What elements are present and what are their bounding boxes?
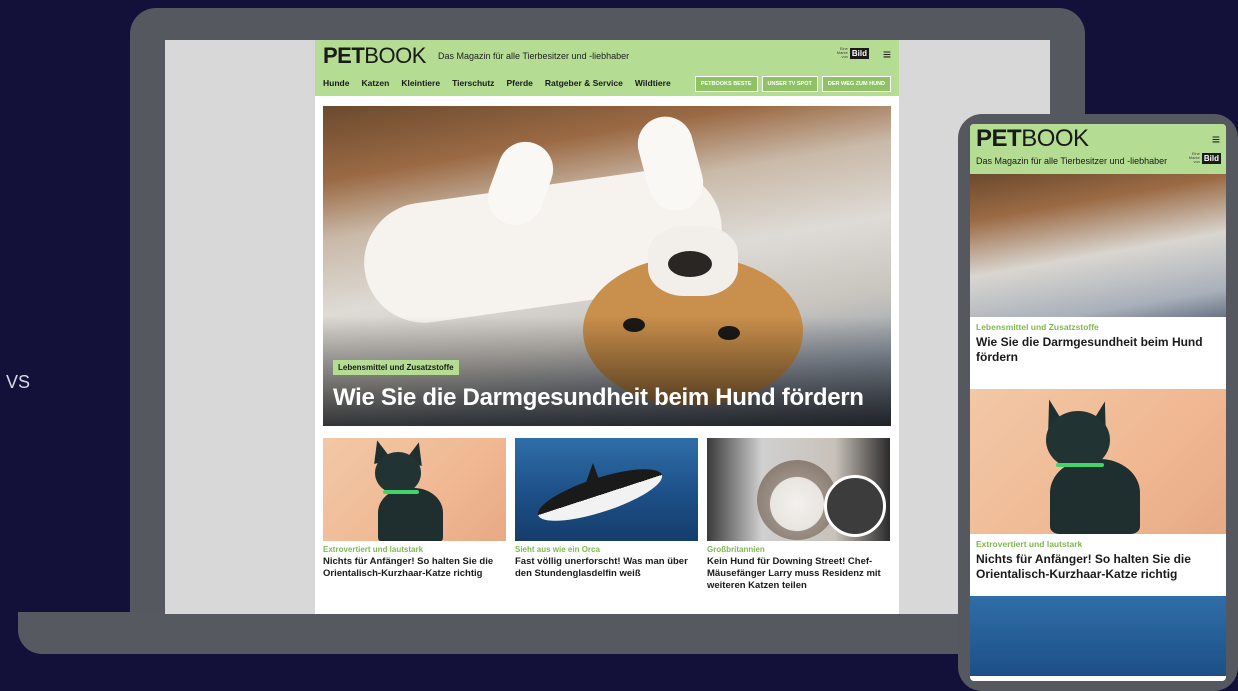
pill-weg-zum-hund[interactable]: DER WEG ZUM HUND — [821, 76, 891, 92]
card-title[interactable]: Nichts für Anfänger! So halten Sie die O… — [323, 556, 506, 580]
card-title[interactable]: Kein Hund für Downing Street! Chef-Mäuse… — [707, 556, 890, 592]
phone-frame: PETBOOK ≡ Das Magazin für alle Tierbesit… — [958, 114, 1238, 691]
nav-item-wildtiere[interactable]: Wildtiere — [635, 78, 671, 88]
hero-title[interactable]: Wie Sie die Darmgesundheit beim Hund för… — [333, 384, 864, 412]
edge-text-fragment: VS — [6, 372, 31, 392]
menu-icon[interactable]: ≡ — [883, 46, 891, 62]
article-card[interactable]: Sieht aus wie ein Orca Fast völlig unerf… — [515, 438, 698, 592]
nav-item-pferde[interactable]: Pferde — [506, 78, 532, 88]
cat-collar — [383, 490, 419, 494]
laptop-base — [18, 612, 1078, 654]
cat-body — [378, 488, 443, 541]
mobile-webpage: PETBOOK ≡ Das Magazin für alle Tierbesit… — [970, 124, 1226, 681]
nav-item-tierschutz[interactable]: Tierschutz — [452, 78, 494, 88]
card-kicker: Extrovertiert und lautstark — [323, 545, 424, 554]
article-card[interactable]: Extrovertiert und lautstark Nichts für A… — [323, 438, 506, 592]
mobile-article-kicker: Lebensmittel und Zusatzstoffe — [976, 322, 1099, 332]
pill-petbooks-beste[interactable]: PETBOOKS BESTE — [694, 76, 758, 92]
mobile-card-image-dolphin[interactable] — [970, 596, 1226, 676]
dog-illustration-nose — [668, 251, 712, 277]
nav-item-katzen[interactable]: Katzen — [361, 78, 389, 88]
mobile-article-title[interactable]: Wie Sie die Darmgesundheit beim Hund för… — [970, 332, 1226, 365]
cat-collar — [1056, 463, 1104, 467]
nav-item-ratgeber[interactable]: Ratgeber & Service — [545, 78, 623, 88]
cat-head — [375, 452, 421, 494]
mobile-tagline: Das Magazin für alle Tierbesitzer und -l… — [976, 156, 1168, 166]
main-nav: Hunde Katzen Kleintiere Tierschutz Pferd… — [323, 78, 671, 88]
site-tagline: Das Magazin für alle Tierbesitzer und -l… — [438, 51, 630, 61]
site-logo[interactable]: PETBOOK — [323, 43, 426, 69]
card-kicker: Sieht aus wie ein Orca — [515, 545, 600, 554]
mobile-hero-image-dog[interactable] — [970, 174, 1226, 317]
article-cards: Extrovertiert und lautstark Nichts für A… — [323, 438, 891, 592]
nav-item-kleintiere[interactable]: Kleintiere — [401, 78, 440, 88]
card-image-cat — [323, 438, 506, 541]
cat-body — [1050, 459, 1140, 534]
nav-pills: PETBOOKS BESTE UNSER TV SPOT DER WEG ZUM… — [694, 76, 891, 92]
mobile-header: PETBOOK ≡ Das Magazin für alle Tierbesit… — [970, 124, 1226, 174]
desktop-webpage: PETBOOK Das Magazin für alle Tierbesitze… — [315, 40, 899, 614]
mobile-article-title[interactable]: Nichts für Anfänger! So halten Sie die O… — [970, 549, 1226, 582]
hero-kicker: Lebensmittel und Zusatzstoffe — [333, 360, 459, 375]
mobile-site-logo[interactable]: PETBOOK — [976, 125, 1089, 153]
bild-brand-logo[interactable]: Eine Marke von Bild — [834, 47, 869, 59]
article-card[interactable]: Großbritannien Kein Hund für Downing Str… — [707, 438, 890, 592]
laptop-screen: PETBOOK Das Magazin für alle Tierbesitze… — [165, 40, 1050, 614]
inset-thumbnail — [824, 475, 886, 537]
card-image-cat-larry — [707, 438, 890, 541]
mobile-card-image-cat[interactable] — [970, 389, 1226, 534]
nav-item-hunde[interactable]: Hunde — [323, 78, 349, 88]
card-image-dolphin — [515, 438, 698, 541]
cat-head — [1046, 411, 1110, 469]
hero-article[interactable]: Lebensmittel und Zusatzstoffe Wie Sie di… — [323, 106, 891, 426]
site-header: PETBOOK Das Magazin für alle Tierbesitze… — [315, 40, 899, 96]
pill-tv-spot[interactable]: UNSER TV SPOT — [761, 76, 818, 92]
mobile-menu-icon[interactable]: ≡ — [1212, 131, 1220, 147]
card-title[interactable]: Fast völlig unerforscht! Was man über de… — [515, 556, 698, 580]
mobile-article-kicker: Extrovertiert und lautstark — [976, 539, 1083, 549]
mobile-bild-brand-logo[interactable]: Eine Marke von Bild — [1186, 152, 1221, 164]
card-kicker: Großbritannien — [707, 545, 765, 554]
